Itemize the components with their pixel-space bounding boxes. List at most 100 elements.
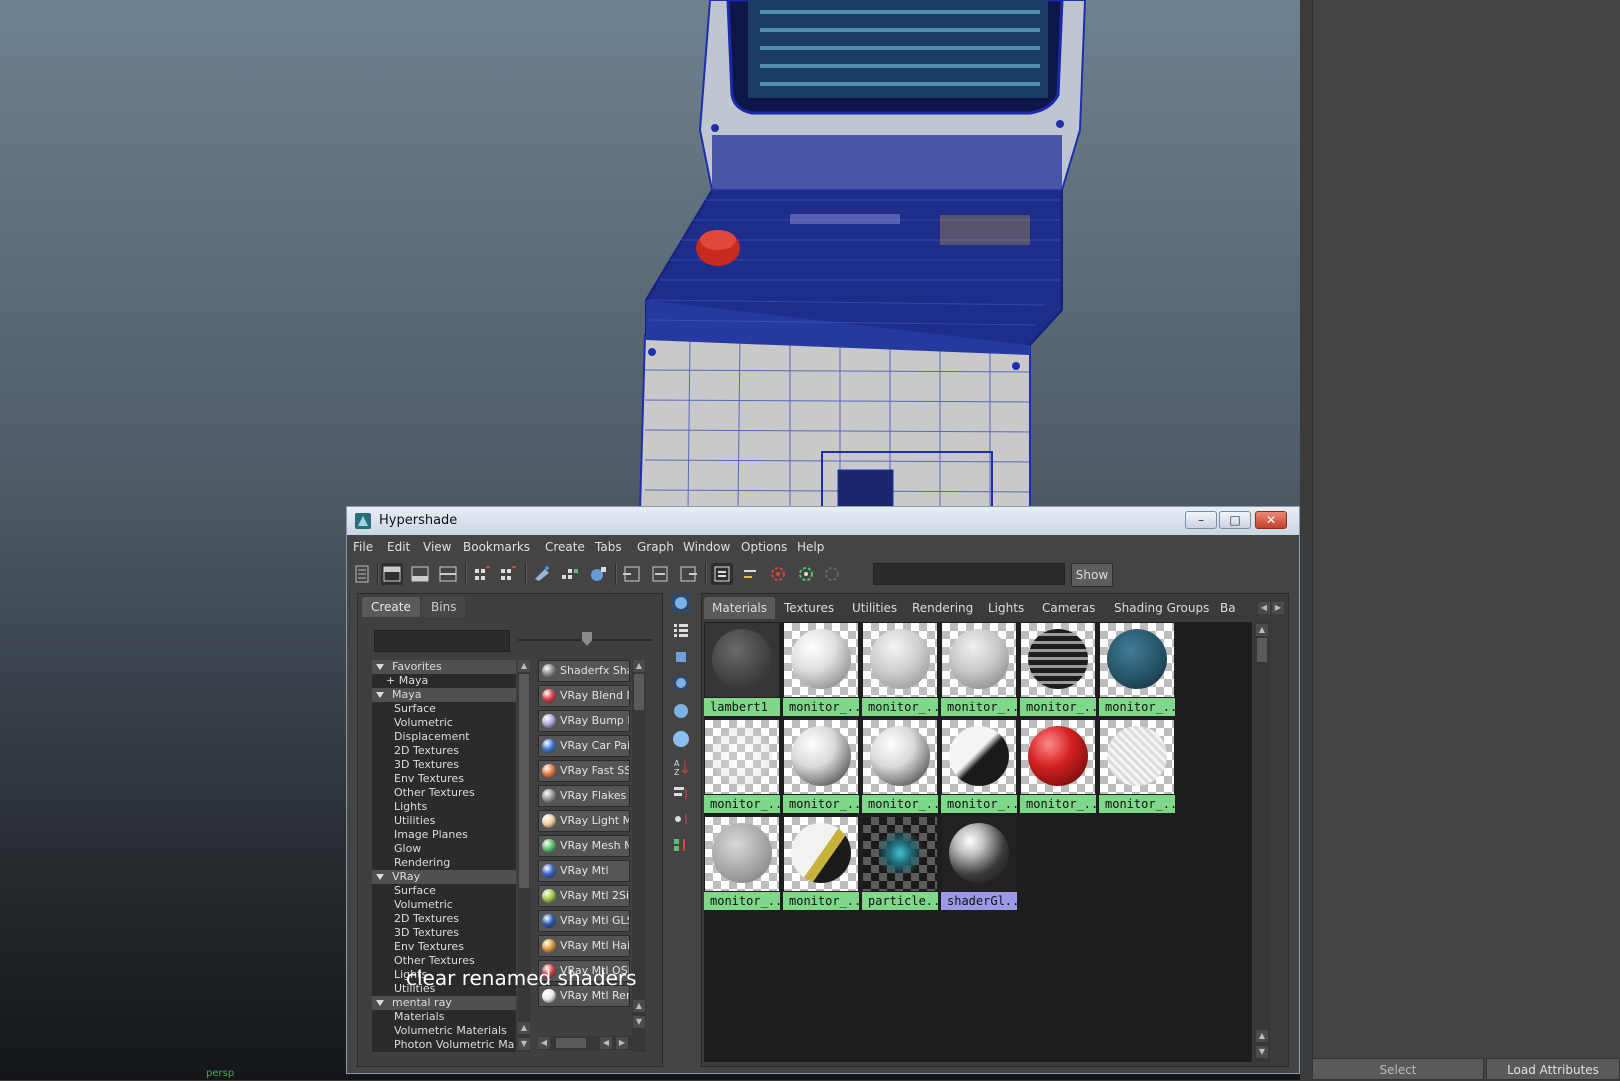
ipr-render-icon[interactable]: [795, 563, 817, 585]
xlarge-swatch-icon[interactable]: [671, 729, 691, 749]
material-swatch[interactable]: monitor_...: [783, 622, 859, 716]
sort-time-icon[interactable]: [671, 809, 691, 829]
menu-create[interactable]: Create: [545, 540, 585, 554]
toolbar-menu-icon[interactable]: [351, 563, 373, 585]
material-swatch[interactable]: monitor_...: [941, 719, 1017, 813]
expand-triangle-icon[interactable]: [376, 874, 384, 880]
menu-help[interactable]: Help: [797, 540, 824, 554]
list-view-icon[interactable]: [671, 621, 691, 641]
material-swatch[interactable]: monitor_...: [1020, 719, 1096, 813]
material-swatch[interactable]: monitor_...: [862, 719, 938, 813]
node-list-scroll-thumb[interactable]: [634, 674, 644, 710]
disabled-tool-icon[interactable]: [821, 563, 843, 585]
select-button[interactable]: Select: [1312, 1058, 1484, 1080]
material-swatch[interactable]: shaderGl...: [941, 816, 1017, 910]
tab-utilities[interactable]: Utilities: [844, 597, 905, 619]
scroll-down-icon[interactable]: ▼: [1256, 1046, 1268, 1058]
graph-upstream-icon[interactable]: [471, 563, 493, 585]
scroll-up-icon[interactable]: ▲: [1256, 1030, 1268, 1042]
layout-bottom-icon[interactable]: [409, 563, 431, 585]
node-filter-input[interactable]: [374, 630, 510, 652]
node-type-item[interactable]: VRay Light Mt: [538, 810, 630, 832]
tree-item[interactable]: Volumetric Materials: [372, 1024, 516, 1038]
tab-bins[interactable]: Bins: [422, 597, 466, 617]
node-type-item[interactable]: VRay Mtl Hair: [538, 935, 630, 957]
large-swatch-icon[interactable]: [671, 701, 691, 721]
tree-item[interactable]: Other Textures: [372, 786, 516, 800]
sort-az-icon[interactable]: AZ: [671, 757, 691, 777]
materials-scrollbar[interactable]: ▲ ▲ ▼: [1254, 622, 1270, 1062]
menu-edit[interactable]: Edit: [387, 540, 410, 554]
material-swatch[interactable]: monitor_...: [1099, 622, 1175, 716]
tree-item[interactable]: Image Planes: [372, 828, 516, 842]
align-icon[interactable]: [739, 563, 761, 585]
tab-cameras[interactable]: Cameras: [1034, 597, 1103, 619]
icon-size-slider-thumb[interactable]: [582, 632, 592, 646]
minimize-button[interactable]: –: [1185, 511, 1217, 529]
node-list-hscrollbar[interactable]: ◀ ◀ ▶: [538, 1036, 632, 1050]
tab-lights[interactable]: Lights: [980, 597, 1032, 619]
material-swatch[interactable]: monitor_...: [783, 816, 859, 910]
tabs-scroll-left-icon[interactable]: ◀: [1258, 602, 1270, 614]
materials-scroll-thumb[interactable]: [1257, 638, 1267, 662]
material-swatch[interactable]: monitor_...: [704, 816, 780, 910]
sort-type-icon[interactable]: [671, 783, 691, 803]
tab-materials[interactable]: Materials: [704, 597, 776, 619]
layout-top-icon[interactable]: [381, 563, 403, 585]
tree-item[interactable]: 2D Textures: [372, 912, 516, 926]
output-connections-icon[interactable]: [677, 563, 699, 585]
tab-create[interactable]: Create: [362, 597, 420, 617]
node-type-item[interactable]: Shaderfx Sha: [538, 660, 630, 682]
hscroll-thumb[interactable]: [556, 1038, 586, 1048]
material-swatch[interactable]: monitor_...: [783, 719, 859, 813]
tree-item[interactable]: Rendering: [372, 856, 516, 870]
sort-reverse-icon[interactable]: [671, 835, 691, 855]
node-type-item[interactable]: VRay Mesh M: [538, 835, 630, 857]
tab-bake-sets[interactable]: Ba: [1212, 597, 1244, 619]
node-type-item[interactable]: VRay Fast SSS: [538, 760, 630, 782]
tree-item[interactable]: Lights: [372, 800, 516, 814]
tree-category-header[interactable]: mental ray: [372, 996, 516, 1010]
graph-network-icon[interactable]: [559, 563, 581, 585]
tree-category-header[interactable]: VRay: [372, 870, 516, 884]
toolbar-search-input[interactable]: [873, 563, 1065, 585]
scroll-up-icon[interactable]: ▲: [518, 660, 530, 672]
menu-graph[interactable]: Graph: [637, 540, 674, 554]
material-swatch[interactable]: monitor_...: [941, 622, 1017, 716]
menu-tabs[interactable]: Tabs: [595, 540, 622, 554]
tree-category-header[interactable]: Favorites: [372, 660, 516, 674]
node-type-item[interactable]: VRay Blend M: [538, 685, 630, 707]
tree-item[interactable]: Surface: [372, 702, 516, 716]
material-swatch[interactable]: monitor_...: [1020, 622, 1096, 716]
scroll-left-icon[interactable]: ◀: [538, 1037, 550, 1049]
io-connections-icon[interactable]: [649, 563, 671, 585]
menu-bookmarks[interactable]: Bookmarks: [463, 540, 530, 554]
tree-item[interactable]: 3D Textures: [372, 926, 516, 940]
scroll-up-icon[interactable]: ▲: [633, 1000, 645, 1012]
clear-graph-icon[interactable]: [531, 563, 553, 585]
node-type-item[interactable]: VRay Bump M: [538, 710, 630, 732]
menu-window[interactable]: Window: [683, 540, 730, 554]
small-swatch-icon[interactable]: [671, 647, 691, 667]
material-swatch[interactable]: monitor_...: [1099, 719, 1175, 813]
scroll-up-icon[interactable]: ▲: [1256, 624, 1268, 636]
snapshot-icon[interactable]: [767, 563, 789, 585]
close-button[interactable]: ✕: [1255, 511, 1287, 529]
medium-swatch-icon[interactable]: [671, 673, 691, 693]
node-type-item[interactable]: VRay Car Pair: [538, 735, 630, 757]
sphere-view-icon[interactable]: [671, 593, 691, 613]
scroll-up-icon[interactable]: ▲: [633, 660, 645, 672]
graph-downstream-icon[interactable]: [497, 563, 519, 585]
scroll-up-icon[interactable]: ▲: [518, 1022, 530, 1034]
layout-split-icon[interactable]: [437, 563, 459, 585]
material-swatch[interactable]: monitor_...: [862, 622, 938, 716]
node-type-item[interactable]: VRay Mtl GLSL: [538, 910, 630, 932]
tree-scrollbar[interactable]: ▲ ▲ ▼: [518, 660, 530, 1052]
tree-category-header[interactable]: Maya: [372, 688, 516, 702]
scroll-left-icon[interactable]: ◀: [600, 1037, 612, 1049]
tree-item[interactable]: + Maya: [372, 674, 516, 688]
expand-triangle-icon[interactable]: [376, 692, 384, 698]
render-view-icon[interactable]: [711, 563, 733, 585]
tree-item[interactable]: 3D Textures: [372, 758, 516, 772]
tree-item[interactable]: Surface: [372, 884, 516, 898]
